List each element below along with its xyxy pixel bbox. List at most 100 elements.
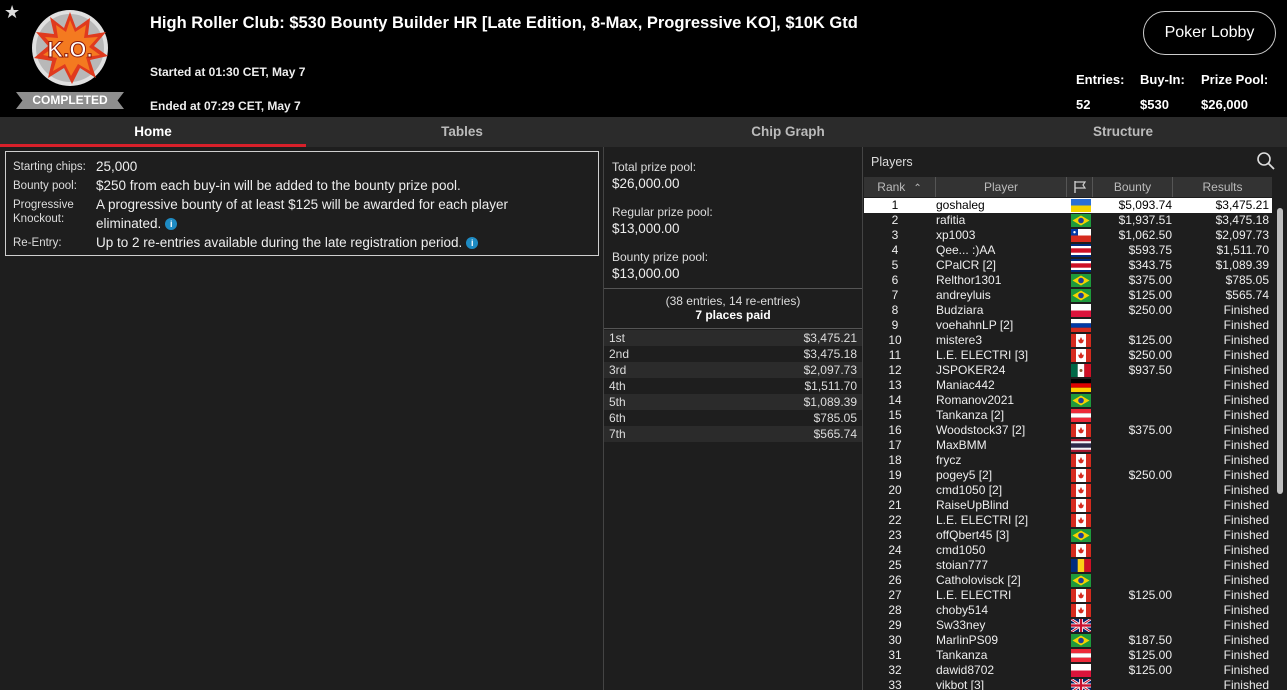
table-row[interactable]: 33 vikbot [3] Finished [864, 678, 1272, 690]
player-name-cell: offQbert45 [3] [936, 528, 1010, 542]
result-cell: Finished [1223, 498, 1269, 512]
tab-chip-graph[interactable]: Chip Graph [636, 117, 940, 147]
brazil-flag-icon [1071, 289, 1091, 302]
tournament-header: ★ K.O. COMPLETED High Roller Club: $530 … [0, 0, 1287, 117]
rank-cell: 23 [888, 528, 902, 542]
payout-amount: $2,097.73 [803, 363, 857, 377]
table-row[interactable]: 9 voehahnLP [2] Finished [864, 318, 1272, 333]
pko-value: A progressive bounty of at least $125 wi… [96, 197, 508, 231]
starting-chips-label: Starting chips: [13, 161, 86, 173]
rank-cell: 17 [888, 438, 902, 452]
favorite-star-icon[interactable]: ★ [4, 2, 20, 23]
table-row[interactable]: 11 L.E. ELECTRI [3] $250.00 Finished [864, 348, 1272, 363]
result-cell: Finished [1223, 468, 1269, 482]
brazil-flag-icon [1071, 574, 1091, 587]
result-cell: Finished [1223, 393, 1269, 407]
poker-lobby-button[interactable]: Poker Lobby [1143, 11, 1276, 55]
result-cell: Finished [1223, 633, 1269, 647]
payout-place: 5th [609, 395, 626, 409]
start-time: Started at 01:30 CET, May 7 [150, 65, 306, 79]
player-name-cell: Qee... :)AA [936, 243, 996, 257]
table-row[interactable]: 24 cmd1050 Finished [864, 543, 1272, 558]
table-row[interactable]: 18 frycz Finished [864, 453, 1272, 468]
table-row[interactable]: 19 pogey5 [2] $250.00 Finished [864, 468, 1272, 483]
table-row[interactable]: 22 L.E. ELECTRI [2] Finished [864, 513, 1272, 528]
reentry-info-icon[interactable]: i [466, 237, 479, 250]
result-cell: Finished [1223, 408, 1269, 422]
tab-structure[interactable]: Structure [960, 117, 1286, 147]
table-row[interactable]: 20 cmd1050 [2] Finished [864, 483, 1272, 498]
table-row[interactable]: 4 Qee... :)AA $593.75 $1,511.70 [864, 243, 1272, 258]
uk-flag-icon [1071, 619, 1091, 632]
table-row[interactable]: 23 offQbert45 [3] Finished [864, 528, 1272, 543]
table-row[interactable]: 31 Tankanza $125.00 Finished [864, 648, 1272, 663]
pko-value-wrap: A progressive bounty of at least $125 wi… [96, 195, 546, 233]
rank-cell: 14 [888, 393, 902, 407]
table-row[interactable]: 10 mistere3 $125.00 Finished [864, 333, 1272, 348]
column-rank[interactable]: Rank ⌃ [864, 177, 936, 197]
payout-place: 1st [609, 331, 626, 345]
table-row[interactable]: 1 goshaleg $5,093.74 $3,475.21 [864, 198, 1272, 213]
table-row[interactable]: 3 xp1003 $1,062.50 $2,097.73 [864, 228, 1272, 243]
bounty-cell: $5,093.74 [1118, 198, 1172, 212]
table-row[interactable]: 26 Catholovisck [2] Finished [864, 573, 1272, 588]
table-row[interactable]: 14 Romanov2021 Finished [864, 393, 1272, 408]
table-row[interactable]: 17 MaxBMM Finished [864, 438, 1272, 453]
table-row[interactable]: 25 stoian777 Finished [864, 558, 1272, 573]
poland-flag-icon [1071, 304, 1091, 317]
result-cell: Finished [1223, 423, 1269, 437]
brazil-flag-icon [1071, 274, 1091, 287]
column-flag[interactable] [1067, 177, 1093, 197]
result-cell: Finished [1223, 363, 1269, 377]
result-cell: Finished [1223, 318, 1269, 332]
player-name-cell: Sw33ney [936, 618, 986, 632]
tournament-title: High Roller Club: $530 Bounty Builder HR… [150, 14, 858, 32]
brazil-flag-icon [1071, 394, 1091, 407]
rank-cell: 18 [888, 453, 902, 467]
brazil-flag-icon [1071, 214, 1091, 227]
tab-home[interactable]: Home [0, 117, 306, 147]
canada-flag-icon [1071, 469, 1091, 482]
player-name-cell: Budziara [936, 303, 984, 317]
player-name-cell: vikbot [3] [936, 678, 985, 690]
table-row[interactable]: 2 rafitia $1,937.51 $3,475.18 [864, 213, 1272, 228]
table-row[interactable]: 30 MarlinPS09 $187.50 Finished [864, 633, 1272, 648]
bounty-cell: $125.00 [1128, 288, 1172, 302]
player-name-cell: RaiseUpBlind [936, 498, 1009, 512]
result-cell: Finished [1223, 438, 1269, 452]
search-icon[interactable] [1256, 151, 1276, 171]
tab-tables[interactable]: Tables [306, 117, 618, 147]
player-name-cell: mistere3 [936, 333, 983, 347]
rank-cell: 15 [888, 408, 902, 422]
table-row[interactable]: 8 Budziara $250.00 Finished [864, 303, 1272, 318]
rank-cell: 26 [888, 573, 902, 587]
table-row[interactable]: 21 RaiseUpBlind Finished [864, 498, 1272, 513]
table-row[interactable]: 12 JSPOKER24 $937.50 Finished [864, 363, 1272, 378]
table-row[interactable]: 16 Woodstock37 [2] $375.00 Finished [864, 423, 1272, 438]
player-name-cell: xp1003 [936, 228, 976, 242]
table-row[interactable]: 32 dawid8702 $125.00 Finished [864, 663, 1272, 678]
bounty-pool-label: Bounty pool: [13, 180, 77, 192]
table-row[interactable]: 28 choby514 Finished [864, 603, 1272, 618]
costa-rica-flag-icon [1071, 259, 1091, 272]
result-cell: Finished [1223, 588, 1269, 602]
buyin-label: Buy-In: [1140, 72, 1185, 87]
canada-flag-icon [1071, 484, 1091, 497]
table-row[interactable]: 27 L.E. ELECTRI $125.00 Finished [864, 588, 1272, 603]
table-row[interactable]: 13 Maniac442 Finished [864, 378, 1272, 393]
brazil-flag-icon [1071, 634, 1091, 647]
player-name-cell: L.E. ELECTRI [3] [936, 348, 1029, 362]
column-player[interactable]: Player [936, 177, 1067, 197]
pko-info-icon[interactable]: i [165, 218, 178, 231]
table-row[interactable]: 15 Tankanza [2] Finished [864, 408, 1272, 423]
rank-cell: 16 [888, 423, 902, 437]
players-scrollbar-thumb[interactable] [1277, 208, 1283, 494]
column-results[interactable]: Results [1173, 177, 1272, 197]
table-row[interactable]: 6 Relthor1301 $375.00 $785.05 [864, 273, 1272, 288]
table-row[interactable]: 29 Sw33ney Finished [864, 618, 1272, 633]
result-cell: $2,097.73 [1215, 228, 1269, 242]
result-cell: Finished [1223, 573, 1269, 587]
column-bounty[interactable]: Bounty [1093, 177, 1173, 197]
table-row[interactable]: 7 andreyluis $125.00 $565.74 [864, 288, 1272, 303]
table-row[interactable]: 5 CPalCR [2] $343.75 $1,089.39 [864, 258, 1272, 273]
